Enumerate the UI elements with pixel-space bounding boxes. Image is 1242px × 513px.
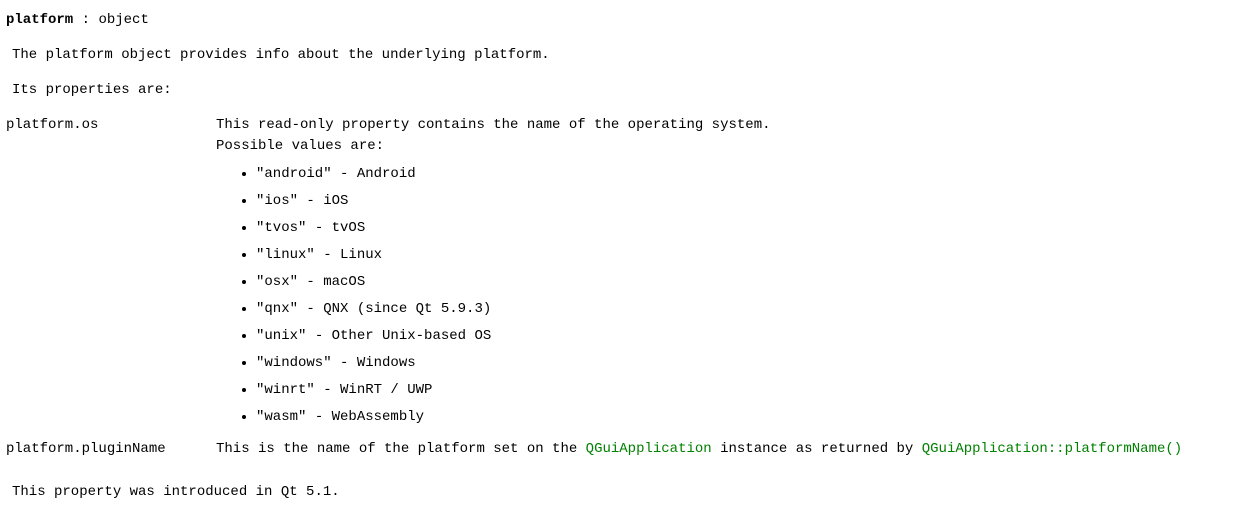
property-type: object xyxy=(98,12,148,28)
os-desc-line2: Possible values are: xyxy=(216,136,1236,157)
os-value-code: "winrt" xyxy=(256,382,315,398)
property-pluginname-description: This is the name of the platform set on … xyxy=(216,439,1236,468)
list-item: "osx" - macOS xyxy=(256,269,1236,296)
list-item: "qnx" - QNX (since Qt 5.9.3) xyxy=(256,296,1236,323)
os-value-label: - tvOS xyxy=(306,220,365,236)
property-pluginname-name-text: platform.pluginName xyxy=(6,441,166,457)
os-value-code: "qnx" xyxy=(256,301,298,317)
os-value-code: "ios" xyxy=(256,193,298,209)
footer-note: This property was introduced in Qt 5.1. xyxy=(12,482,1236,503)
pluginname-mid: instance as returned by xyxy=(712,441,922,457)
properties-label: Its properties are: xyxy=(12,80,1236,101)
list-item: "ios" - iOS xyxy=(256,188,1236,215)
intro-code: platform xyxy=(46,47,113,63)
os-value-code: "linux" xyxy=(256,247,315,263)
list-item: "tvos" - tvOS xyxy=(256,215,1236,242)
os-values-list: "android" - Android "ios" - iOS "tvos" -… xyxy=(216,161,1236,431)
os-value-label: - Other Unix-based OS xyxy=(306,328,491,344)
os-value-label: - QNX (since Qt 5.9.3) xyxy=(298,301,491,317)
os-value-code: "android" xyxy=(256,166,332,182)
os-value-label: - WebAssembly xyxy=(306,409,424,425)
os-value-code: "windows" xyxy=(256,355,332,371)
property-header: platform : object xyxy=(6,10,1236,31)
properties-table: platform.os This read-only property cont… xyxy=(6,115,1236,468)
os-value-label: - WinRT / UWP xyxy=(315,382,433,398)
pluginname-prefix: This is the name of the platform set on … xyxy=(216,441,586,457)
intro-prefix: The xyxy=(12,47,46,63)
intro-text: The platform object provides info about … xyxy=(12,45,1236,66)
list-item: "winrt" - WinRT / UWP xyxy=(256,377,1236,404)
os-value-label: - iOS xyxy=(298,193,348,209)
os-value-code: "tvos" xyxy=(256,220,306,236)
property-os-name: platform.os xyxy=(6,115,216,439)
list-item: "wasm" - WebAssembly xyxy=(256,404,1236,431)
property-row-os: platform.os This read-only property cont… xyxy=(6,115,1236,439)
list-item: "android" - Android xyxy=(256,161,1236,188)
os-value-code: "osx" xyxy=(256,274,298,290)
os-value-label: - Windows xyxy=(332,355,416,371)
property-name: platform xyxy=(6,12,73,28)
os-value-label: - Android xyxy=(332,166,416,182)
colon-separator: : xyxy=(73,12,98,28)
list-item: "unix" - Other Unix-based OS xyxy=(256,323,1236,350)
intro-suffix: object provides info about the underlyin… xyxy=(113,47,550,63)
property-row-pluginname: platform.pluginName This is the name of … xyxy=(6,439,1236,468)
list-item: "windows" - Windows xyxy=(256,350,1236,377)
os-value-label: - macOS xyxy=(298,274,365,290)
qguiapplication-link[interactable]: QGuiApplication xyxy=(586,441,712,457)
qguiapplication-platformname-link[interactable]: QGuiApplication::platformName() xyxy=(922,441,1182,457)
os-value-label: - Linux xyxy=(315,247,382,263)
os-value-code: "wasm" xyxy=(256,409,306,425)
list-item: "linux" - Linux xyxy=(256,242,1236,269)
os-desc-line1: This read-only property contains the nam… xyxy=(216,115,1236,136)
property-os-description: This read-only property contains the nam… xyxy=(216,115,1236,439)
intro-section: The platform object provides info about … xyxy=(6,45,1236,66)
os-value-code: "unix" xyxy=(256,328,306,344)
property-os-name-text: platform.os xyxy=(6,117,98,133)
property-pluginname-name: platform.pluginName xyxy=(6,439,216,468)
